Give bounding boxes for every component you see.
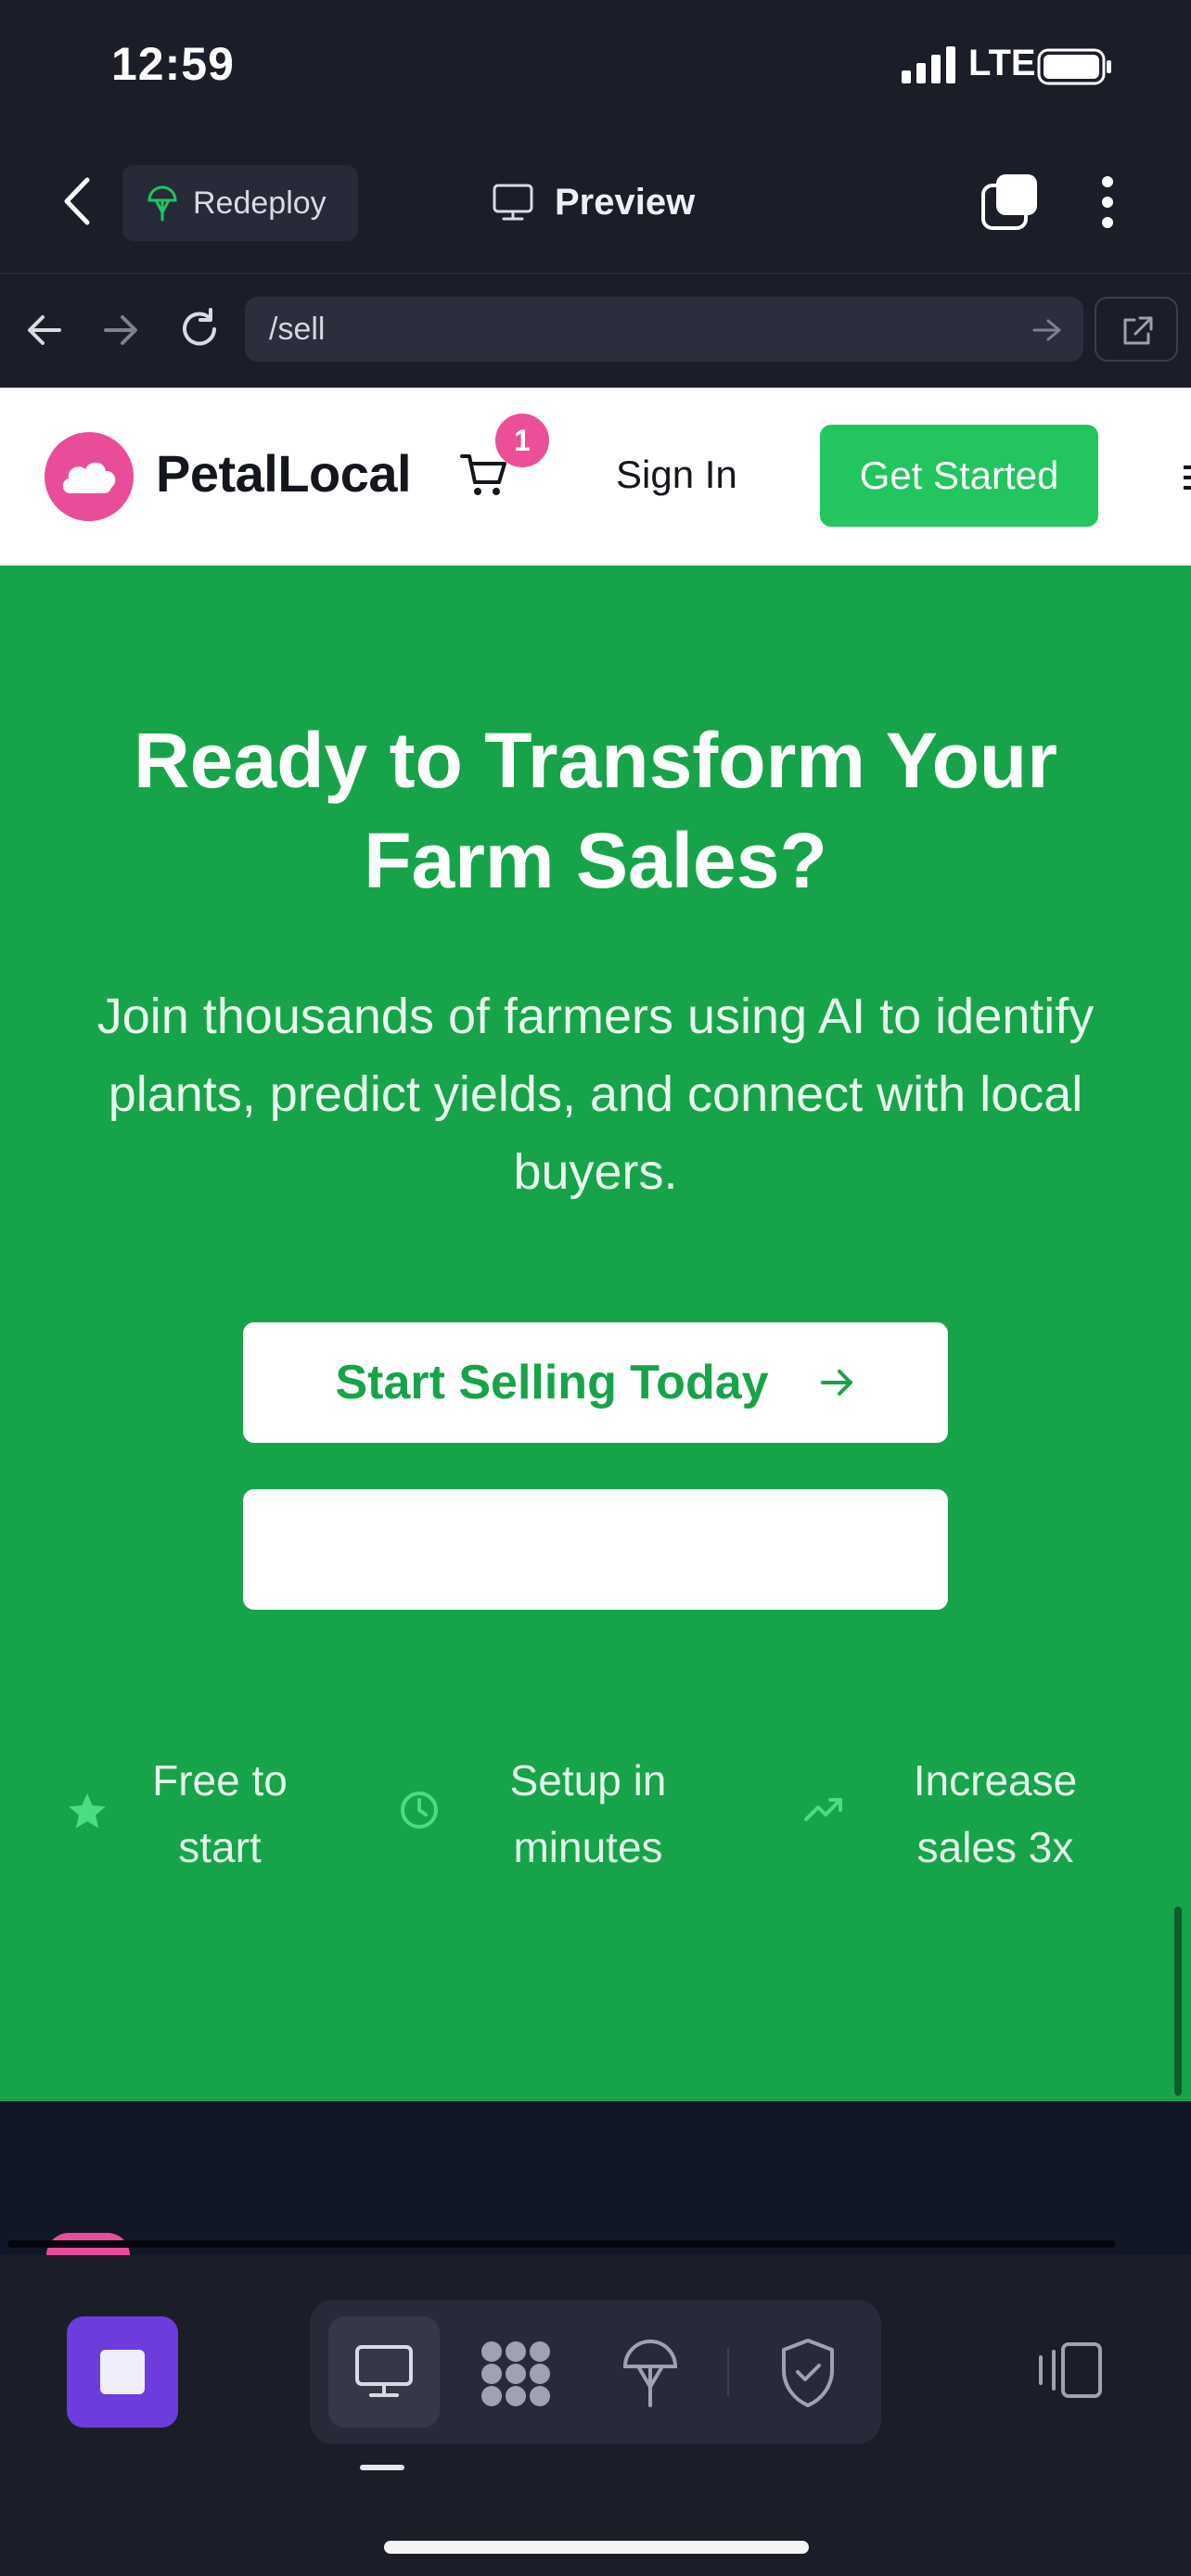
cart-count-badge: 1 <box>495 414 549 467</box>
status-time: 12:59 <box>111 38 235 90</box>
start-selling-label: Start Selling Today <box>335 1356 769 1409</box>
active-tab-indicator <box>360 2465 404 2470</box>
url-bar[interactable] <box>245 297 1083 362</box>
monitor-icon <box>355 2345 413 2397</box>
browser-forward-icon[interactable] <box>102 313 139 347</box>
redeploy-button[interactable]: Redeploy <box>122 165 358 241</box>
back-chevron-icon[interactable] <box>56 174 100 228</box>
header-divider <box>0 273 1191 274</box>
trending-up-icon <box>804 1798 842 1821</box>
logo-cloud-icon <box>62 462 116 493</box>
hero-subtitle: Join thousands of farmers using AI to id… <box>96 988 1095 1200</box>
tabs-icon[interactable] <box>980 172 1039 232</box>
horizontal-scrollbar[interactable] <box>7 2240 1115 2248</box>
shield-check-icon[interactable] <box>779 2337 837 2409</box>
hero-title: Ready to Transform Your Farm Sales? <box>134 717 1057 904</box>
arrow-right-icon <box>820 1370 852 1396</box>
vertical-scrollbar[interactable] <box>1174 1906 1182 2096</box>
brand-name[interactable]: PetalLocal <box>156 443 412 504</box>
stop-icon <box>100 2350 145 2394</box>
hamburger-menu-icon[interactable] <box>1178 464 1191 491</box>
brand-logo[interactable] <box>45 432 134 521</box>
battery-icon <box>1037 48 1111 85</box>
feature-increase-sales: Increase sales 3x <box>913 1756 1078 1871</box>
browser-back-icon[interactable] <box>26 313 63 347</box>
feature-setup-in-minutes: Setup in minutes <box>509 1756 667 1871</box>
star-icon <box>69 1793 106 1829</box>
preview-label: Preview <box>555 181 696 223</box>
home-indicator[interactable] <box>384 2541 809 2554</box>
open-external-button[interactable] <box>1095 297 1178 362</box>
stop-button[interactable] <box>67 2316 178 2428</box>
url-text[interactable]: /sell <box>269 312 325 348</box>
external-link-icon <box>1123 316 1153 345</box>
site-footer <box>0 2101 1191 2255</box>
sign-in-link[interactable]: Sign In <box>616 453 737 497</box>
secondary-cta-button[interactable] <box>243 1489 948 1610</box>
desktop-preview-button[interactable] <box>328 2316 440 2428</box>
deploy-icon <box>147 185 177 222</box>
feature-free-to-start: Free to start <box>152 1756 288 1871</box>
reload-icon[interactable] <box>178 308 221 351</box>
get-started-button[interactable]: Get Started <box>820 425 1098 527</box>
more-vertical-icon[interactable] <box>1095 172 1121 232</box>
network-type: LTE <box>968 43 1036 83</box>
clock-icon <box>401 1792 438 1829</box>
toolbar-separator <box>727 2348 729 2396</box>
agent-grid-icon[interactable] <box>479 2339 553 2409</box>
start-selling-button[interactable]: Start Selling Today <box>243 1322 948 1443</box>
go-arrow-icon[interactable] <box>1031 317 1063 343</box>
device-toggle-icon[interactable] <box>1033 2340 1104 2400</box>
cellular-signal-icon <box>902 46 955 83</box>
monitor-icon <box>493 184 533 221</box>
preview-title: Preview <box>492 174 695 230</box>
redeploy-label: Redeploy <box>193 185 327 221</box>
deploy-icon[interactable] <box>621 2335 679 2409</box>
